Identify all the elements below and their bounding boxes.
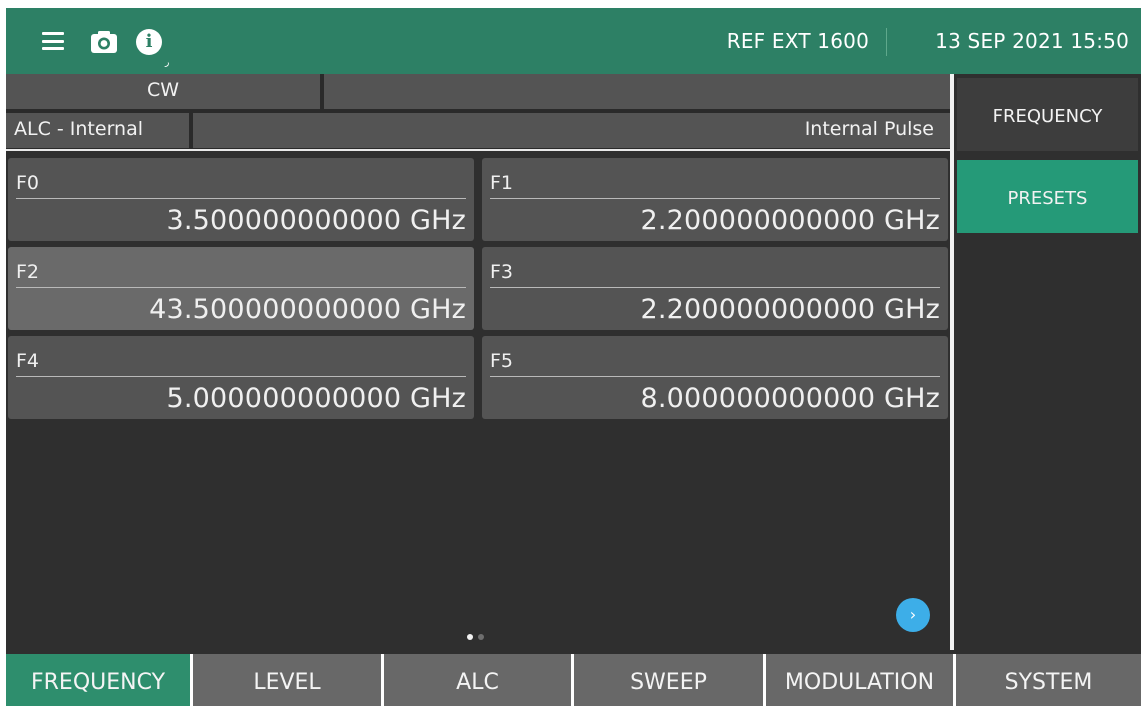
preset-card-f1[interactable]: F1 2.200000000000 GHz xyxy=(482,158,948,241)
tab-label: LEVEL xyxy=(253,670,321,695)
next-page-button[interactable]: › xyxy=(896,598,930,632)
preset-value: 43.500000000000 GHz xyxy=(149,294,466,325)
tab-label: SWEEP xyxy=(630,670,707,695)
menu-icon[interactable] xyxy=(40,32,66,50)
preset-card-f5[interactable]: F5 8.000000000000 GHz xyxy=(482,336,948,419)
preset-label: F0 xyxy=(16,172,40,194)
tab-system[interactable]: SYSTEM xyxy=(956,654,1141,706)
mode-aux-cell xyxy=(324,74,950,109)
preset-card-f2[interactable]: F2 43.500000000000 GHz xyxy=(8,247,474,330)
top-bar: i ر REF EXT 1600 13 SEP 2021 15:50 xyxy=(6,8,1141,74)
preset-divider xyxy=(490,376,940,377)
tab-frequency[interactable]: FREQUENCY xyxy=(6,654,190,706)
date-time: 13 SEP 2021 15:50 xyxy=(935,29,1129,53)
preset-label: F3 xyxy=(490,261,514,283)
preset-divider xyxy=(490,198,940,199)
preset-divider xyxy=(16,376,466,377)
preset-label: F4 xyxy=(16,350,40,372)
side-menu-divider xyxy=(950,74,954,650)
info-icon[interactable]: i xyxy=(136,29,162,55)
alc-label: ALC - Internal xyxy=(14,118,144,140)
pulse-label: Internal Pulse xyxy=(804,118,934,140)
preset-card-f0[interactable]: F0 3.500000000000 GHz xyxy=(8,158,474,241)
side-menu-label: PRESETS xyxy=(1007,188,1088,209)
side-menu-label: FREQUENCY xyxy=(992,106,1103,127)
topbar-divider xyxy=(886,28,887,56)
tab-label: SYSTEM xyxy=(1004,670,1093,695)
preset-divider xyxy=(16,198,466,199)
preset-value: 2.200000000000 GHz xyxy=(640,205,940,236)
chevron-right-icon: › xyxy=(909,605,917,624)
tab-level[interactable]: LEVEL xyxy=(193,654,381,706)
tab-label: FREQUENCY xyxy=(30,670,166,695)
preset-divider xyxy=(16,287,466,288)
side-menu-presets[interactable]: PRESETS xyxy=(957,160,1138,233)
alc-indicator: ALC - Internal xyxy=(6,113,189,148)
page-indicator xyxy=(467,634,484,640)
tab-modulation[interactable]: MODULATION xyxy=(766,654,953,706)
tab-label: MODULATION xyxy=(784,670,935,695)
info-subscript: ر xyxy=(165,58,170,68)
preset-label: F5 xyxy=(490,350,514,372)
page-dot[interactable] xyxy=(478,634,484,640)
preset-card-f4[interactable]: F4 5.000000000000 GHz xyxy=(8,336,474,419)
reference-status: REF EXT 1600 xyxy=(726,29,869,53)
page-dot-active xyxy=(467,634,473,640)
main-panel: CW ALC - Internal Internal Pulse F0 3.50… xyxy=(6,74,950,654)
tab-label: ALC xyxy=(456,670,499,695)
bottom-tab-bar: FREQUENCY LEVEL ALC SWEEP MODULATION SYS… xyxy=(6,654,1141,706)
preset-label: F2 xyxy=(16,261,40,283)
camera-icon[interactable] xyxy=(90,30,118,54)
preset-card-f3[interactable]: F3 2.200000000000 GHz xyxy=(482,247,948,330)
status-strip: CW ALC - Internal Internal Pulse xyxy=(6,74,950,150)
preset-value: 8.000000000000 GHz xyxy=(640,383,940,414)
preset-value: 2.200000000000 GHz xyxy=(640,294,940,325)
mode-indicator: CW xyxy=(6,74,320,109)
preset-divider xyxy=(490,287,940,288)
preset-label: F1 xyxy=(490,172,514,194)
side-menu-frequency[interactable]: FREQUENCY xyxy=(957,78,1138,151)
preset-value: 3.500000000000 GHz xyxy=(166,205,466,236)
tab-alc[interactable]: ALC xyxy=(384,654,571,706)
mode-label: CW xyxy=(146,79,180,101)
pulse-indicator: Internal Pulse xyxy=(193,113,950,148)
status-divider xyxy=(6,149,950,151)
preset-value: 5.000000000000 GHz xyxy=(166,383,466,414)
tab-sweep[interactable]: SWEEP xyxy=(574,654,763,706)
